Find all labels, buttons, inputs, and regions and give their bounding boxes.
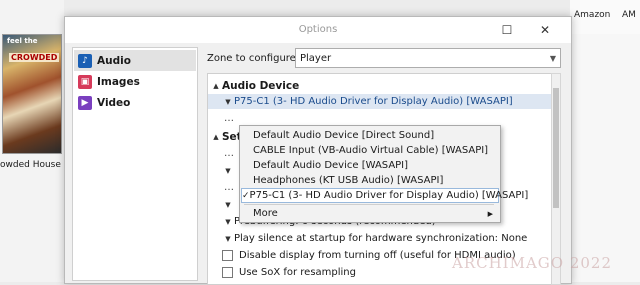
sidebar-item-label: Video — [97, 96, 131, 109]
dialog-titlebar[interactable]: Options ☐ ✕ — [65, 17, 571, 43]
menu-item-label: CABLE Input (VB-Audio Virtual Cable) [WA… — [253, 145, 489, 156]
album-caption[interactable]: owded House ( — [0, 160, 67, 170]
menu-item-device[interactable]: CABLE Input (VB-Audio Virtual Cable) [WA… — [241, 143, 499, 158]
am-link[interactable]: AM — [622, 10, 636, 20]
menu-item-device[interactable]: Default Audio Device [Direct Sound] — [241, 128, 499, 143]
menu-item-label: Headphones (KT USB Audio) [WASAPI] — [253, 175, 444, 186]
options-sidebar: ♪ Audio ▣ Images ▶ Video — [72, 47, 198, 281]
dots-text: … — [224, 182, 234, 193]
album-cover-text: feel the — [7, 37, 38, 45]
album-cover-title: CROWDED — [9, 53, 60, 62]
menu-item-label: Default Audio Device [Direct Sound] — [253, 130, 435, 141]
selected-device: P75-C1 (3- HD Audio Driver for Display A… — [234, 96, 513, 107]
menu-item-label: Default Audio Device [WASAPI] — [253, 160, 409, 171]
expand-triangle-icon: ▼ — [225, 166, 231, 175]
checkbox[interactable] — [222, 250, 233, 261]
menu-item-device[interactable]: Default Audio Device [WASAPI] — [241, 158, 499, 173]
sidebar-item-label: Audio — [97, 54, 131, 67]
dots-text: … — [224, 113, 234, 124]
checkbox[interactable] — [222, 267, 233, 278]
section-title: Audio Device — [222, 79, 300, 92]
sidebar-item-audio[interactable]: ♪ Audio — [74, 50, 196, 71]
zone-label: Zone to configure: — [207, 53, 300, 64]
amazon-link[interactable]: Amazon — [574, 10, 610, 20]
device-dropdown-menu: Default Audio Device [Direct Sound] CABL… — [239, 125, 528, 223]
background-album-pane: feel the CROWDED owded House ( — [0, 0, 67, 282]
menu-item-label: P75-C1 (3- HD Audio Driver for Display A… — [249, 190, 529, 201]
menu-item-device-checked[interactable]: ✓ P75-C1 (3- HD Audio Driver for Display … — [241, 188, 528, 203]
menu-separator — [244, 204, 494, 205]
dots-row: … — [224, 180, 234, 195]
background-right-pane — [570, 34, 640, 282]
sidebar-item-label: Images — [97, 75, 140, 88]
audio-note-icon: ♪ — [78, 53, 92, 68]
settings-header[interactable]: ▲ Set — [210, 129, 241, 144]
menu-item-device[interactable]: Headphones (KT USB Audio) [WASAPI] — [241, 173, 499, 188]
background-toolbar: Amazon AM — [570, 0, 640, 34]
video-film-icon: ▶ — [78, 95, 92, 110]
audio-device-header[interactable]: ▲ Audio Device — [210, 78, 299, 93]
collapsed-row[interactable]: ▼ — [222, 197, 234, 212]
dots-text: … — [224, 148, 234, 159]
expand-triangle-icon: ▼ — [225, 217, 231, 226]
play-silence-label: Play silence at startup for hardware syn… — [234, 233, 528, 244]
checkbox-label: Use SoX for resampling — [239, 267, 356, 278]
zone-select[interactable]: Player ▼ — [295, 48, 561, 68]
watermark: ARCHIMAGO 2022 — [452, 254, 613, 272]
collapse-triangle-icon: ▲ — [213, 81, 219, 90]
options-dialog: Options ☐ ✕ ♪ Audio ▣ Images ▶ Video Zon… — [64, 16, 572, 285]
maximize-icon[interactable]: ☐ — [493, 20, 521, 40]
sidebar-item-images[interactable]: ▣ Images — [74, 71, 196, 92]
collapsed-row[interactable]: ▼ — [222, 163, 234, 178]
images-icon: ▣ — [78, 74, 92, 89]
menu-item-more[interactable]: More ▶ — [241, 206, 499, 221]
play-silence-row[interactable]: ▼ Play silence at startup for hardware s… — [222, 231, 527, 246]
submenu-arrow-icon: ▶ — [487, 209, 493, 218]
chevron-down-icon: ▼ — [549, 53, 557, 63]
menu-item-label: More — [253, 208, 278, 219]
more-options-dots[interactable]: … — [224, 111, 234, 126]
use-sox-checkbox-row[interactable]: Use SoX for resampling — [222, 265, 356, 280]
expand-triangle-icon: ▼ — [225, 97, 231, 106]
expand-triangle-icon: ▼ — [225, 200, 231, 209]
close-icon[interactable]: ✕ — [531, 20, 559, 40]
scrollbar-thumb[interactable] — [553, 88, 559, 208]
expand-triangle-icon: ▼ — [225, 234, 231, 243]
audio-device-selector[interactable]: ▼ P75-C1 (3- HD Audio Driver for Display… — [208, 94, 552, 109]
album-cover[interactable]: feel the CROWDED — [2, 34, 62, 154]
collapse-triangle-icon: ▲ — [213, 132, 219, 141]
zone-select-value: Player — [300, 52, 332, 64]
dots-row: … — [224, 146, 234, 161]
sidebar-item-video[interactable]: ▶ Video — [74, 92, 196, 113]
checkmark-icon: ✓ — [242, 190, 250, 201]
